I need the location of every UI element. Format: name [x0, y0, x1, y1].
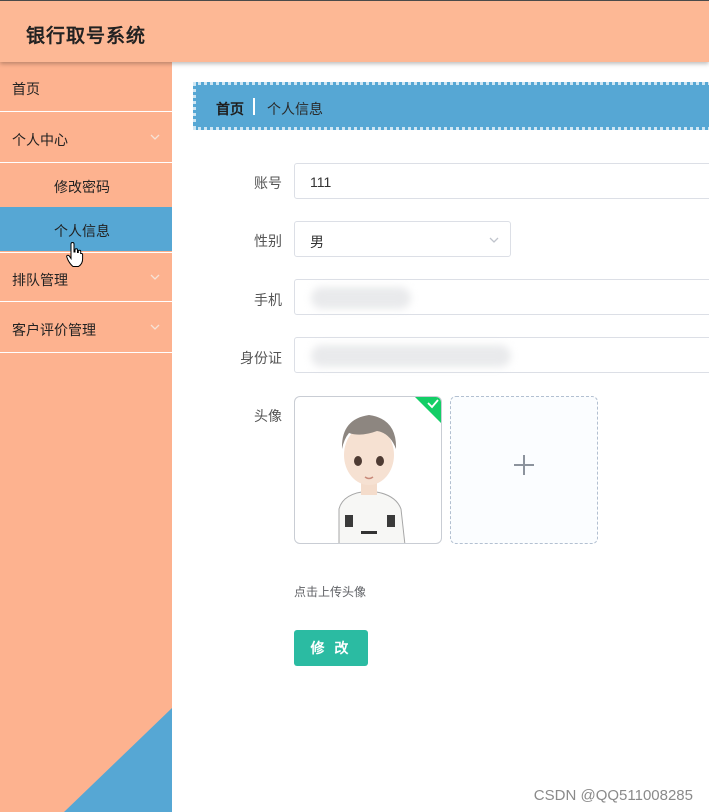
gender-select[interactable]: 男 — [294, 221, 511, 257]
sidebar-item-home[interactable]: 首页 — [0, 62, 172, 112]
redacted-value — [311, 345, 511, 367]
breadcrumb-current: 个人信息 — [267, 101, 323, 117]
sidebar-subitem-label: 修改密码 — [54, 179, 110, 195]
chevron-down-icon — [150, 324, 160, 330]
sidebar: 首页 个人中心 修改密码 个人信息 排队管理 客户评价管理 — [0, 62, 172, 812]
top-header: 银行取号系统 — [0, 0, 709, 62]
gender-label: 性别 — [254, 233, 282, 249]
avatar-upload-button[interactable] — [450, 396, 598, 544]
sidebar-corner-decoration — [64, 708, 172, 812]
sidebar-subitem-personal-info[interactable]: 个人信息 — [0, 207, 172, 251]
chevron-down-icon — [150, 274, 160, 280]
phone-input[interactable] — [294, 279, 709, 315]
main-content: 首页 个人信息 账号 111 性别 男 手机 身份证 头像 点击上传头像 修 改 — [172, 62, 709, 812]
sidebar-item-label: 个人中心 — [12, 132, 68, 148]
app-title: 银行取号系统 — [26, 26, 147, 47]
idcard-input[interactable] — [294, 337, 709, 373]
hand-cursor-icon — [66, 242, 84, 267]
upload-hint: 点击上传头像 — [294, 585, 367, 599]
sidebar-subitem-label: 个人信息 — [54, 223, 110, 239]
idcard-label: 身份证 — [240, 350, 282, 366]
check-icon — [415, 397, 441, 423]
redacted-value — [311, 287, 411, 309]
avatar-preview[interactable] — [294, 396, 442, 544]
sidebar-item-queue-management[interactable]: 排队管理 — [0, 252, 172, 302]
breadcrumb-separator — [253, 98, 255, 115]
avatar-label: 头像 — [254, 408, 282, 424]
account-input[interactable]: 111 — [294, 163, 709, 199]
breadcrumb: 首页 个人信息 — [193, 82, 709, 130]
chevron-down-icon — [489, 237, 499, 243]
account-value: 111 — [310, 174, 332, 190]
phone-label: 手机 — [254, 292, 282, 308]
sidebar-subitem-change-password[interactable]: 修改密码 — [0, 163, 172, 207]
sidebar-item-review-management[interactable]: 客户评价管理 — [0, 303, 172, 353]
submit-button[interactable]: 修 改 — [294, 630, 368, 666]
sidebar-item-label: 客户评价管理 — [12, 322, 96, 338]
gender-value: 男 — [310, 234, 324, 250]
sidebar-item-label: 排队管理 — [12, 272, 68, 288]
account-label: 账号 — [254, 175, 282, 191]
breadcrumb-home[interactable]: 首页 — [216, 99, 244, 119]
watermark: CSDN @QQ511008285 — [533, 787, 693, 804]
chevron-down-icon — [150, 134, 160, 140]
plus-icon — [523, 455, 525, 475]
sidebar-item-label: 首页 — [12, 81, 40, 97]
sidebar-item-personal-center[interactable]: 个人中心 — [0, 113, 172, 163]
